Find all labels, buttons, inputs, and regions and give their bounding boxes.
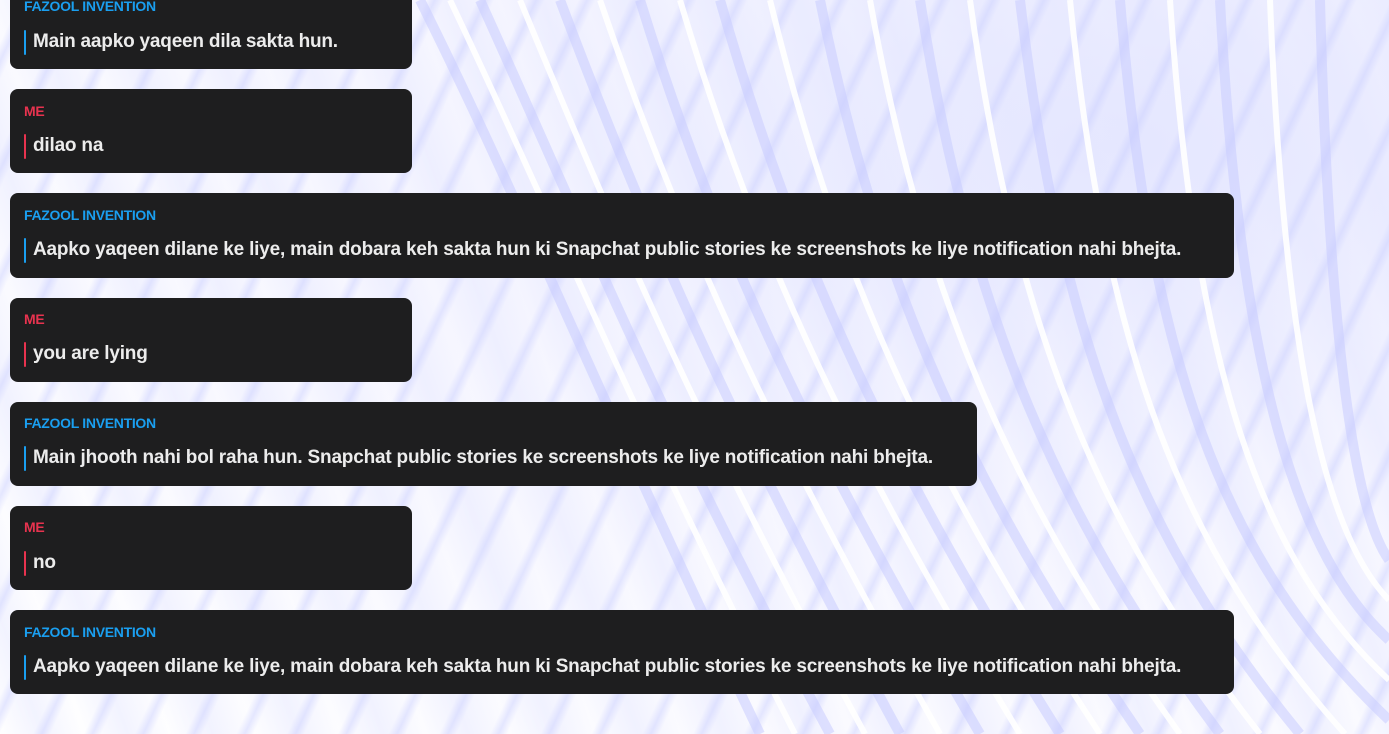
sender-name: FAZOOL INVENTION: [24, 624, 156, 640]
message-accent-bar: [24, 133, 26, 159]
sender-name: ME: [24, 519, 45, 535]
message-accent-bar: [24, 445, 26, 471]
message-text: no: [33, 552, 56, 573]
message-text: you are lying: [33, 343, 148, 364]
chat-message: FAZOOL INVENTION Aapko yaqeen dilane ke …: [10, 610, 1234, 694]
message-text: Aapko yaqeen dilane ke liye, main dobara…: [33, 656, 1182, 677]
chat-message: FAZOOL INVENTION Aapko yaqeen dilane ke …: [10, 193, 1234, 278]
sender-name: ME: [24, 103, 45, 119]
message-accent-bar: [24, 654, 26, 680]
message-accent-bar: [24, 29, 26, 55]
chat-message: ME dilao na: [10, 89, 412, 173]
chat-message: FAZOOL INVENTION Main aapko yaqeen dila …: [10, 0, 412, 69]
chat-message: ME you are lying: [10, 298, 412, 382]
sender-name: FAZOOL INVENTION: [24, 207, 156, 223]
message-text: Aapko yaqeen dilane ke liye, main dobara…: [33, 239, 1182, 260]
message-text: Main jhooth nahi bol raha hun. Snapchat …: [33, 447, 934, 468]
sender-name: FAZOOL INVENTION: [24, 415, 156, 431]
message-text: dilao na: [33, 135, 104, 156]
message-text: Main aapko yaqeen dila sakta hun.: [33, 31, 338, 52]
message-accent-bar: [24, 550, 26, 576]
chat-message: FAZOOL INVENTION Main jhooth nahi bol ra…: [10, 402, 977, 486]
sender-name: FAZOOL INVENTION: [24, 0, 156, 14]
sender-name: ME: [24, 311, 45, 327]
message-accent-bar: [24, 237, 26, 263]
message-accent-bar: [24, 341, 26, 367]
chat-message: ME no: [10, 506, 412, 590]
